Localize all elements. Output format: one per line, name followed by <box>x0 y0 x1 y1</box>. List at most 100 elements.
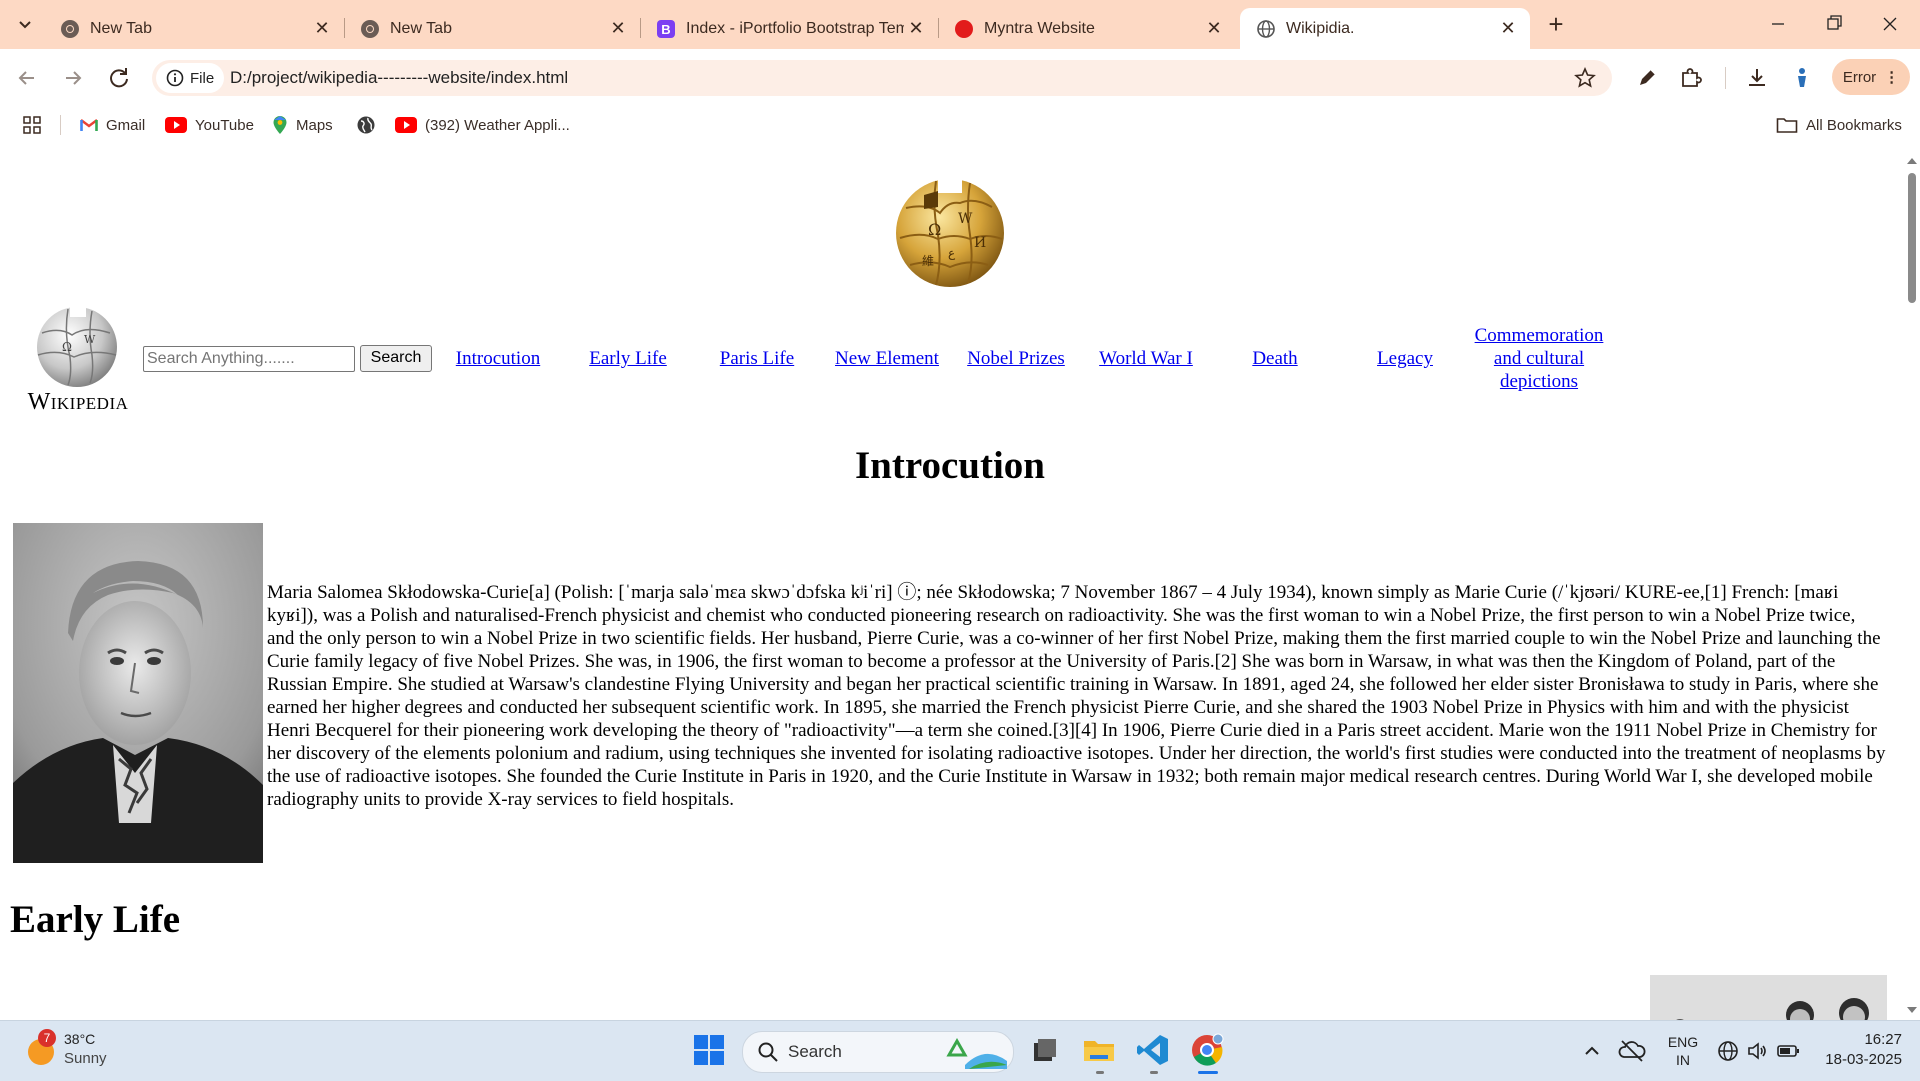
web-page: Ω W И 維 ع Ω W Wikipedia Search Anything.… <box>0 151 1904 1020</box>
marie-curie-portrait <box>13 523 263 863</box>
tray-overflow-button[interactable] <box>1580 1039 1604 1063</box>
star-icon[interactable] <box>1574 67 1596 89</box>
close-icon[interactable]: ✕ <box>1496 18 1520 39</box>
nav-link-nobel-prizes[interactable]: Nobel Prizes <box>956 347 1076 370</box>
youtube-icon <box>165 117 187 133</box>
cloud-off-icon <box>1618 1040 1646 1062</box>
onedrive-button[interactable] <box>1618 1037 1646 1065</box>
all-bookmarks-label: All Bookmarks <box>1806 116 1902 134</box>
url-text[interactable]: D:/project/wikipedia---------website/ind… <box>230 68 568 88</box>
scroll-up-icon[interactable] <box>1904 155 1920 167</box>
taskbar-app-explorer[interactable] <box>1082 1033 1118 1074</box>
tab-wikipidia[interactable]: Wikipidia. ✕ <box>1240 8 1530 49</box>
gmail-icon <box>80 119 98 131</box>
bookmark-weather-app[interactable]: (392) Weather Appli... <box>395 107 570 143</box>
system-status-group[interactable] <box>1712 1037 1806 1065</box>
tab-title: Index - iPortfolio Bootstrap Tem <box>686 19 904 37</box>
tab-strip: New Tab ✕ New Tab ✕ B Index - iPortfolio… <box>0 0 1920 49</box>
extensions-button[interactable] <box>1676 63 1706 93</box>
nav-link-early-life[interactable]: Early Life <box>568 347 688 370</box>
language-indicator[interactable]: ENG IN <box>1664 1033 1702 1069</box>
chrome-icon <box>61 19 79 38</box>
reload-button[interactable] <box>104 63 134 93</box>
clock-date: 18-03-2025 <box>1825 1051 1902 1068</box>
close-window-button[interactable] <box>1868 10 1912 38</box>
bookmark-maps[interactable]: Maps <box>272 107 333 143</box>
info-icon <box>166 69 184 87</box>
svg-text:B: B <box>661 22 670 37</box>
tab-iportfolio[interactable]: B Index - iPortfolio Bootstrap Tem ✕ <box>640 8 938 49</box>
taskbar-app-chrome[interactable] <box>1190 1033 1226 1074</box>
network-globe-icon <box>1718 1041 1738 1061</box>
tab-new-tab-2[interactable]: New Tab ✕ <box>344 8 640 49</box>
start-button[interactable] <box>692 1033 728 1069</box>
scroll-down-icon[interactable] <box>1904 1004 1920 1016</box>
svg-text:ع: ع <box>948 246 956 260</box>
group-photo-image <box>1650 975 1887 1020</box>
svg-text:Ω: Ω <box>62 340 72 354</box>
pen-icon <box>1640 69 1656 85</box>
taskbar-search[interactable]: Search <box>742 1031 1014 1073</box>
clock[interactable]: 16:27 18-03-2025 <box>1812 1030 1902 1072</box>
tab-myntra[interactable]: Myntra Website ✕ <box>938 8 1236 49</box>
back-button[interactable] <box>12 63 42 93</box>
close-icon[interactable]: ✕ <box>606 18 630 39</box>
nav-link-new-element[interactable]: New Element <box>826 347 948 370</box>
pen-extension-button[interactable] <box>1632 63 1662 93</box>
svg-text:W: W <box>84 333 96 346</box>
minimize-button[interactable] <box>1756 10 1800 38</box>
taskbar-app-taskview[interactable] <box>1028 1033 1064 1069</box>
new-tab-button[interactable]: + <box>1540 10 1572 40</box>
bookmark-youtube[interactable]: YouTube <box>165 107 254 143</box>
nav-link-world-war-i[interactable]: World War I <box>1086 347 1206 370</box>
section-heading-introduction: Introcution <box>855 444 1045 487</box>
nav-link-paris-life[interactable]: Paris Life <box>697 347 817 370</box>
chevron-up-icon <box>1585 1046 1599 1055</box>
nav-link-commemoration[interactable]: Commemoration and cultural depictions <box>1462 324 1616 393</box>
wikipedia-logo[interactable]: Ω W Wikipedia <box>14 303 138 415</box>
volume-icon <box>1748 1042 1766 1060</box>
restore-button[interactable] <box>1812 10 1856 38</box>
language-line1: ENG <box>1667 1034 1699 1050</box>
scrollbar-thumb[interactable] <box>1908 173 1916 303</box>
forward-button[interactable] <box>58 63 88 93</box>
wikipedia-gray-globe-icon: Ω W <box>37 305 117 387</box>
nav-link-death[interactable]: Death <box>1215 347 1335 370</box>
site-info-label: File <box>190 69 215 87</box>
battery-icon <box>1777 1045 1799 1057</box>
tab-search-button[interactable] <box>8 10 42 40</box>
address-bar[interactable]: File D:/project/wikipedia---------websit… <box>152 60 1612 96</box>
weather-desc: Sunny <box>64 1050 107 1067</box>
site-info-chip[interactable]: File <box>156 63 225 93</box>
all-bookmarks-button[interactable]: All Bookmarks <box>1776 107 1902 143</box>
close-icon[interactable]: ✕ <box>904 18 928 39</box>
weather-widget[interactable]: 7 38°C Sunny <box>24 1029 144 1073</box>
close-icon[interactable]: ✕ <box>1202 18 1226 39</box>
bootstrap-icon: B <box>657 19 675 38</box>
running-indicator <box>1150 1071 1158 1074</box>
search-input[interactable] <box>143 346 355 372</box>
downloads-button[interactable] <box>1742 63 1772 93</box>
nav-link-introcution[interactable]: Introcution <box>438 347 558 370</box>
close-icon <box>1883 17 1897 31</box>
bookmark-gmail[interactable]: Gmail <box>80 107 145 143</box>
browser-toolbar: File D:/project/wikipedia---------websit… <box>0 49 1920 107</box>
bookmark-globe[interactable] <box>356 107 376 143</box>
profile-error-button[interactable]: Error ⋮ <box>1832 59 1910 95</box>
tab-title: Wikipidia. <box>1286 19 1355 37</box>
vertical-scrollbar[interactable] <box>1904 151 1920 1020</box>
tab-new-tab-1[interactable]: New Tab ✕ <box>44 8 344 49</box>
nav-link-legacy[interactable]: Legacy <box>1345 347 1465 370</box>
bookmark-label: Gmail <box>106 116 146 134</box>
profile-figure-button[interactable] <box>1786 63 1816 93</box>
apps-button[interactable] <box>22 107 42 143</box>
wikipedia-wordmark: Wikipedia <box>27 389 129 415</box>
taskbar-app-vscode[interactable] <box>1136 1033 1172 1074</box>
close-icon[interactable]: ✕ <box>310 18 334 39</box>
clock-time: 16:27 <box>1864 1031 1902 1048</box>
active-indicator <box>1198 1071 1218 1074</box>
chrome-icon <box>1192 1033 1224 1066</box>
back-arrow-icon <box>18 71 34 85</box>
windows-logo-icon <box>694 1035 724 1065</box>
search-button[interactable]: Search <box>360 345 432 372</box>
